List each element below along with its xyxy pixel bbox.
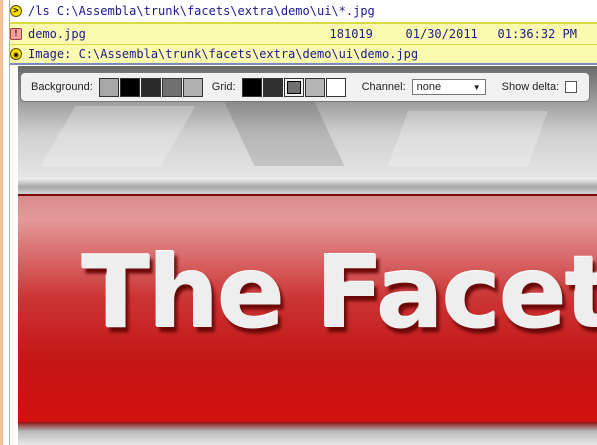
file-size: 181019	[329, 27, 373, 41]
grid-swatch[interactable]	[241, 77, 262, 97]
prompt-arrow-icon: >	[10, 5, 22, 17]
chevron-down-icon: ▼	[472, 82, 481, 92]
image-bottom-band	[18, 422, 597, 445]
background-swatch[interactable]	[98, 77, 119, 97]
grid-swatch[interactable]	[283, 77, 304, 97]
file-row[interactable]: ! demo.jpg 181019 01/30/2011 01:36:32 PM	[10, 24, 597, 45]
file-time: 01:36:32 PM	[497, 27, 577, 41]
background-swatch[interactable]	[140, 77, 161, 97]
image-toolbar: Background: Grid: Channel: none ▼ Show d…	[20, 72, 590, 102]
left-gutter-stripe	[0, 0, 3, 445]
grid-swatch[interactable]	[262, 77, 283, 97]
image-row[interactable]: ◉ Image: C:\Assembla\trunk\facets\extra\…	[10, 45, 597, 65]
channel-value: none	[416, 81, 442, 93]
background-swatch[interactable]	[119, 77, 140, 97]
background-label: Background:	[31, 81, 93, 93]
show-delta-checkbox[interactable]	[565, 81, 578, 93]
background-swatch[interactable]	[161, 77, 182, 97]
channel-select[interactable]: none ▼	[411, 79, 486, 95]
image-viewer[interactable]: The Facets	[18, 66, 597, 445]
file-icon: !	[10, 28, 22, 40]
background-swatch[interactable]	[182, 77, 203, 97]
background-swatches	[98, 77, 203, 97]
grid-swatch[interactable]	[304, 77, 325, 97]
file-date: 01/30/2011	[405, 27, 478, 41]
file-name-link[interactable]: demo.jpg	[28, 27, 86, 41]
eye-icon: ◉	[10, 48, 22, 60]
command-text: /ls C:\Assembla\trunk\facets\extra\demo\…	[28, 4, 375, 18]
image-path-text: Image: C:\Assembla\trunk\facets\extra\de…	[28, 47, 419, 61]
command-row[interactable]: > /ls C:\Assembla\trunk\facets\extra\dem…	[10, 0, 597, 24]
image-silver-band	[18, 178, 597, 194]
grid-swatches	[241, 77, 346, 97]
logo-text: The Facets	[82, 234, 597, 351]
left-gutter-line	[9, 0, 10, 445]
channel-label: Channel:	[361, 81, 406, 93]
show-delta-label: Show delta:	[501, 81, 560, 93]
grid-swatch[interactable]	[325, 77, 346, 97]
file-meta: 181019 01/30/2011 01:36:32 PM	[330, 27, 597, 41]
grid-label: Grid:	[211, 81, 236, 93]
